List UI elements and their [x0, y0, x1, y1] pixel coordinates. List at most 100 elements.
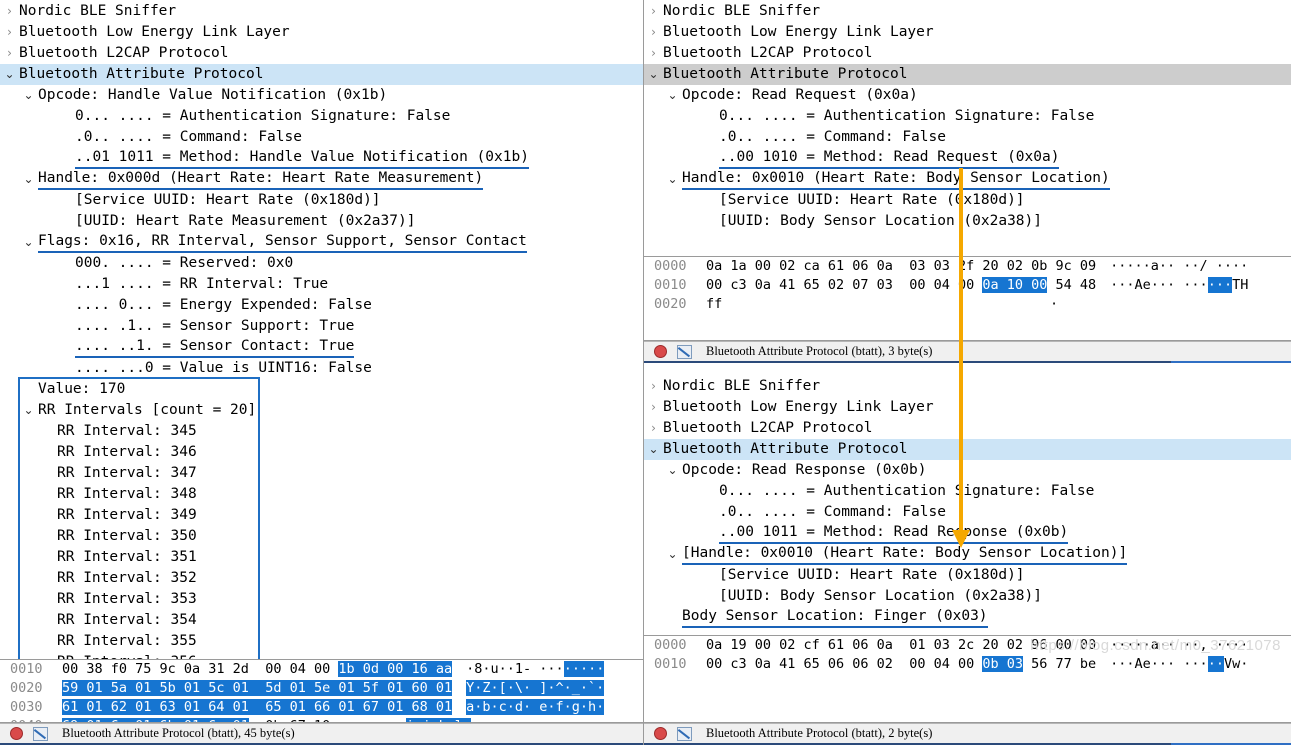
tree-row[interactable]: .... .1.. = Sensor Support: True: [0, 316, 643, 337]
tree-row[interactable]: [Service UUID: Heart Rate (0x180d)]: [0, 190, 643, 211]
tree-row[interactable]: Body Sensor Location: Finger (0x03): [644, 607, 1291, 628]
tree-row[interactable]: ..00 1011 = Method: Read Response (0x0b): [644, 523, 1291, 544]
tree-row-label: ...1 .... = RR Interval: True: [75, 276, 329, 292]
chevron-down-icon[interactable]: ⌄: [663, 169, 682, 190]
tree-row[interactable]: .0.. .... = Command: False: [644, 502, 1291, 523]
hex-byte-group: 56 77 be: [1022, 656, 1097, 672]
tree-row[interactable]: › Nordic BLE Sniffer: [644, 1, 1291, 22]
right-top-status-text: Bluetooth Attribute Protocol (btatt), 3 …: [706, 344, 933, 358]
tree-row[interactable]: [UUID: Body Sensor Location (0x2a38)]: [644, 586, 1291, 607]
tree-row[interactable]: › Nordic BLE Sniffer: [0, 1, 643, 22]
tree-row[interactable]: › Nordic BLE Sniffer: [644, 376, 1291, 397]
tree-row[interactable]: RR Interval: 356: [0, 652, 643, 659]
hex-row[interactable]: 0000 0a 1a 00 02 ca 61 06 0a 03 03 2f 20 …: [644, 257, 1291, 276]
chevron-down-icon[interactable]: ⌄: [663, 460, 682, 481]
chevron-right-icon[interactable]: ›: [644, 418, 663, 439]
tree-row[interactable]: [UUID: Body Sensor Location (0x2a38)]: [644, 211, 1291, 232]
tree-row[interactable]: [Service UUID: Heart Rate (0x180d)]: [644, 190, 1291, 211]
tree-row[interactable]: › Bluetooth Low Energy Link Layer: [644, 22, 1291, 43]
tree-row[interactable]: 0... .... = Authentication Signature: Fa…: [0, 106, 643, 127]
chevron-right-icon[interactable]: ›: [0, 1, 19, 22]
hex-row[interactable]: 0010 00 c3 0a 41 65 06 06 02 00 04 00 0b …: [644, 655, 1291, 674]
tree-row[interactable]: ⌄ Bluetooth Attribute Protocol: [644, 439, 1291, 460]
chevron-right-icon[interactable]: ›: [644, 1, 663, 22]
tree-row[interactable]: RR Interval: 351: [0, 547, 643, 568]
tree-row[interactable]: ..00 1010 = Method: Read Request (0x0a): [644, 148, 1291, 169]
pencil-icon[interactable]: [677, 344, 692, 359]
tree-row[interactable]: RR Interval: 354: [0, 610, 643, 631]
tree-row-label: .0.. .... = Command: False: [75, 129, 302, 145]
chevron-right-icon[interactable]: ›: [644, 22, 663, 43]
right-top-hex-dump[interactable]: 0000 0a 1a 00 02 ca 61 06 0a 03 03 2f 20 …: [644, 256, 1291, 341]
tree-row[interactable]: ⌄ Bluetooth Attribute Protocol: [644, 64, 1291, 85]
chevron-right-icon[interactable]: ›: [644, 376, 663, 397]
tree-row[interactable]: RR Interval: 352: [0, 568, 643, 589]
tree-row[interactable]: RR Interval: 347: [0, 463, 643, 484]
chevron-down-icon[interactable]: ⌄: [644, 64, 663, 85]
tree-row[interactable]: ...1 .... = RR Interval: True: [0, 274, 643, 295]
tree-row[interactable]: 000. .... = Reserved: 0x0: [0, 253, 643, 274]
tree-row[interactable]: ⌄ Handle: 0x000d (Heart Rate: Heart Rate …: [0, 169, 643, 190]
chevron-right-icon[interactable]: ›: [644, 43, 663, 64]
tree-row[interactable]: ⌄ Opcode: Handle Value Notification (0x1b…: [0, 85, 643, 106]
tree-row[interactable]: RR Interval: 345: [0, 421, 643, 442]
right-bottom-protocol-tree[interactable]: › Nordic BLE Sniffer › Bluetooth Low Energy…: [644, 375, 1291, 635]
tree-row[interactable]: › Bluetooth Low Energy Link Layer: [644, 397, 1291, 418]
chevron-down-icon[interactable]: ⌄: [663, 85, 682, 106]
right-bottom-hex-dump[interactable]: https://blog.csdn.net/m0_37621078 0000 0a…: [644, 635, 1291, 723]
chevron-right-icon[interactable]: ›: [0, 43, 19, 64]
hex-row[interactable]: 0020 ff ·: [644, 295, 1291, 314]
pane-splitter[interactable]: [644, 363, 1291, 375]
tree-row[interactable]: RR Interval: 353: [0, 589, 643, 610]
tree-row-label: RR Interval: 346: [57, 444, 197, 460]
tree-row[interactable]: › Bluetooth L2CAP Protocol: [644, 43, 1291, 64]
tree-row[interactable]: ..01 1011 = Method: Handle Value Notific…: [0, 148, 643, 169]
tree-row[interactable]: › Bluetooth L2CAP Protocol: [0, 43, 643, 64]
tree-row[interactable]: .... ...0 = Value is UINT16: False: [0, 358, 643, 379]
tree-row[interactable]: RR Interval: 349: [0, 505, 643, 526]
right-top-protocol-tree[interactable]: › Nordic BLE Sniffer › Bluetooth Low Energy…: [644, 0, 1291, 256]
hex-row[interactable]: 0020 59 01 5a 01 5b 01 5c 01 5d 01 5e 01 …: [0, 679, 643, 698]
tree-row[interactable]: › Bluetooth Low Energy Link Layer: [0, 22, 643, 43]
tree-row[interactable]: RR Interval: 348: [0, 484, 643, 505]
hex-row[interactable]: 0010 00 c3 0a 41 65 02 07 03 00 04 00 0a …: [644, 276, 1291, 295]
left-hex-dump[interactable]: 0010 00 38 f0 75 9c 0a 31 2d 00 04 00 1b …: [0, 659, 643, 723]
tree-row[interactable]: .0.. .... = Command: False: [644, 127, 1291, 148]
tree-row[interactable]: › Bluetooth L2CAP Protocol: [644, 418, 1291, 439]
chevron-down-icon[interactable]: ⌄: [19, 232, 38, 253]
tree-row[interactable]: RR Interval: 350: [0, 526, 643, 547]
hex-row[interactable]: 0030 61 01 62 01 63 01 64 01 65 01 66 01 …: [0, 698, 643, 717]
left-protocol-tree[interactable]: › Nordic BLE Sniffer › Bluetooth Low Energy…: [0, 0, 643, 660]
tree-row[interactable]: .... ..1. = Sensor Contact: True: [0, 337, 643, 358]
tree-row[interactable]: 0... .... = Authentication Signature: Fa…: [644, 106, 1291, 127]
chevron-right-icon[interactable]: ›: [0, 22, 19, 43]
tree-row[interactable]: ⌄ Flags: 0x16, RR Interval, Sensor Suppor…: [0, 232, 643, 253]
chevron-down-icon[interactable]: ⌄: [19, 169, 38, 190]
tree-row[interactable]: .0.. .... = Command: False: [0, 127, 643, 148]
chevron-down-icon[interactable]: ⌄: [0, 64, 19, 85]
tree-row[interactable]: RR Interval: 346: [0, 442, 643, 463]
tree-row[interactable]: ⌄ Opcode: Read Request (0x0a): [644, 85, 1291, 106]
tree-row[interactable]: ⌄ [Handle: 0x0010 (Heart Rate: Body Senso…: [644, 544, 1291, 565]
tree-row[interactable]: Value: 170: [0, 379, 643, 400]
tree-row[interactable]: 0... .... = Authentication Signature: Fa…: [644, 481, 1291, 502]
pencil-icon[interactable]: [677, 726, 692, 741]
tree-row[interactable]: .... 0... = Energy Expended: False: [0, 295, 643, 316]
tree-row[interactable]: ⌄ Opcode: Read Response (0x0b): [644, 460, 1291, 481]
tree-row[interactable]: [Service UUID: Heart Rate (0x180d)]: [644, 565, 1291, 586]
hex-row[interactable]: 0010 00 38 f0 75 9c 0a 31 2d 00 04 00 1b …: [0, 660, 643, 679]
tree-row-label: ..01 1011 = Method: Handle Value Notific…: [75, 148, 529, 169]
pencil-icon[interactable]: [33, 726, 48, 741]
hex-ascii-group: TH: [1232, 277, 1249, 293]
tree-row[interactable]: ⌄ RR Intervals [count = 20]: [0, 400, 643, 421]
tree-row[interactable]: ⌄ Bluetooth Attribute Protocol: [0, 64, 643, 85]
tree-row[interactable]: RR Interval: 355: [0, 631, 643, 652]
chevron-down-icon[interactable]: ⌄: [19, 85, 38, 106]
hex-ascii: ·8·u··1- ········: [452, 660, 605, 679]
chevron-right-icon[interactable]: ›: [644, 397, 663, 418]
tree-row[interactable]: ⌄ Handle: 0x0010 (Heart Rate: Body Sensor…: [644, 169, 1291, 190]
tree-row[interactable]: [UUID: Heart Rate Measurement (0x2a37)]: [0, 211, 643, 232]
chevron-down-icon[interactable]: ⌄: [19, 400, 38, 421]
chevron-down-icon[interactable]: ⌄: [663, 544, 682, 565]
chevron-down-icon[interactable]: ⌄: [644, 439, 663, 460]
